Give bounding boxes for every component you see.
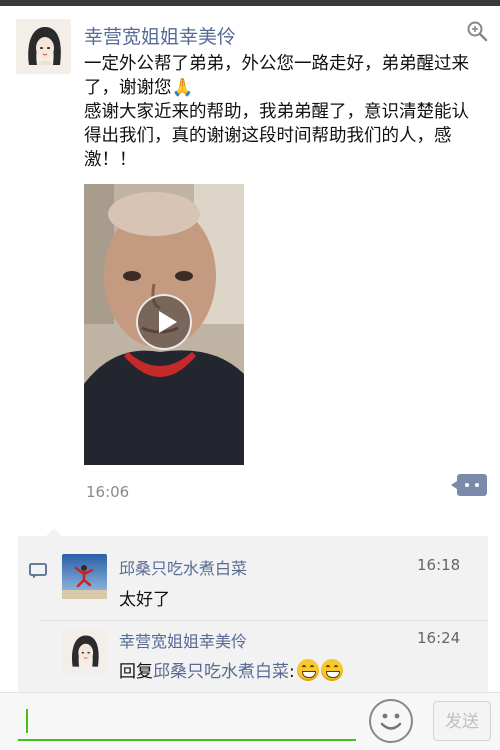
comment-icon	[29, 563, 47, 579]
post-text: 一定外公帮了弟弟，外公您一路走好，弟弟醒过来了，谢谢您🙏 感谢大家近来的帮助，我…	[84, 52, 478, 172]
emoji-face-icon[interactable]	[369, 699, 413, 743]
reply-to-name[interactable]: 邱桑只吃水煮白菜	[153, 662, 289, 682]
moments-post: 幸营宽姐姐幸美伶 一定外公帮了弟弟，外公您一路走好，弟弟醒过来了，谢谢您🙏 感谢…	[0, 6, 500, 536]
commenter-name[interactable]: 邱桑只吃水煮白菜	[119, 555, 247, 579]
comment-time: 16:18	[417, 556, 461, 574]
comment-text[interactable]: 太好了	[119, 585, 170, 610]
comment-divider	[40, 620, 488, 621]
grinning-emoji-icon	[320, 659, 343, 681]
comment-input-bar: 发送	[0, 692, 500, 750]
post-author-name[interactable]: 幸营宽姐姐幸美伶	[84, 22, 236, 49]
post-paragraph: 一定外公帮了弟弟，外公您一路走好，弟弟醒过来了，谢谢您🙏	[84, 54, 469, 98]
reply-colon: :	[289, 662, 295, 682]
reply-prefix: 回复	[119, 662, 153, 682]
zoom-icon[interactable]	[466, 20, 488, 42]
post-paragraph: 感谢大家近来的帮助，我弟弟醒了，意识清楚能认得出我们，真的谢谢这段时间帮助我们的…	[84, 102, 469, 170]
more-actions-icon[interactable]	[451, 474, 487, 496]
comments-panel: 邱桑只吃水煮白菜 16:18 太好了 幸营宽姐姐幸美伶 16:24 回复邱桑只吃…	[18, 528, 488, 692]
commenter-avatar[interactable]	[62, 554, 107, 599]
post-timestamp: 16:06	[86, 483, 130, 501]
commenter-avatar[interactable]	[62, 629, 107, 674]
author-avatar[interactable]	[16, 19, 71, 74]
text-caret	[26, 709, 28, 733]
send-button[interactable]: 发送	[433, 701, 491, 741]
comment-text[interactable]: 回复邱桑只吃水煮白菜:	[119, 657, 343, 682]
commenter-name[interactable]: 幸营宽姐姐幸美伶	[119, 628, 247, 652]
comment-input[interactable]	[18, 701, 356, 741]
comment-time: 16:24	[417, 629, 461, 647]
play-icon[interactable]	[136, 294, 192, 350]
grinning-emoji-icon	[296, 659, 319, 681]
video-thumbnail[interactable]	[84, 184, 244, 465]
